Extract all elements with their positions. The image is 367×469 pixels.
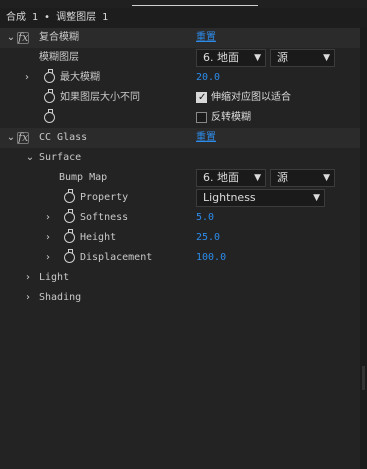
fit-layer-checkbox[interactable] [196,88,207,108]
property-label: Property [80,192,129,203]
source-dropdown[interactable]: 源 ▼ [270,49,335,67]
property-label: Softness [80,212,129,223]
effect-controls-panel: ⌄ fx 复合模糊 重置 模糊图层 6. 地面 ▼ 源 ▼ › 最大模糊 20.… [0,28,360,469]
reset-link[interactable]: 重置 [196,128,216,148]
property-label: 如果图层大小不同 [60,92,140,103]
chevron-right-icon[interactable]: › [43,208,53,228]
panel-header: 合成 1 • 调整图层 1 [6,12,109,23]
group-row-light[interactable]: › Light [0,268,360,288]
stopwatch-icon[interactable] [64,209,75,223]
bump-map-source-dropdown[interactable]: 源 ▼ [270,169,335,187]
chevron-down-icon: ▼ [323,53,330,63]
group-row-surface[interactable]: ⌄ Surface [0,148,360,168]
effect-name: CC Glass [39,132,88,143]
group-label: Surface [39,152,82,163]
max-blur-value[interactable]: 20.0 [196,68,220,88]
property-dropdown[interactable]: Lightness ▼ [196,189,325,207]
property-label: 最大模糊 [60,72,100,83]
stopwatch-icon[interactable] [44,109,55,123]
scrollbar-grip[interactable] [362,366,365,390]
stopwatch-icon[interactable] [64,249,75,263]
top-strip [0,0,367,8]
property-label: Height [80,232,117,243]
property-row-max-blur: › 最大模糊 20.0 [0,68,360,88]
chevron-right-icon[interactable]: › [22,68,32,88]
chevron-right-icon[interactable]: › [43,228,53,248]
source-dropdown-value: 源 [277,51,288,64]
property-row-blur-layer: 模糊图层 6. 地面 ▼ 源 ▼ [0,48,360,68]
collapse-icon[interactable]: ⌄ [6,28,16,48]
checkbox-label: 伸缩对应图以适合 [211,92,291,103]
property-label: 模糊图层 [39,52,79,63]
checkbox-label: 反转模糊 [211,112,251,123]
property-row-property: Property Lightness ▼ [0,188,360,208]
chevron-right-icon[interactable]: › [23,268,33,288]
property-row-height: › Height 25.0 [0,228,360,248]
bump-map-layer-dropdown[interactable]: 6. 地面 ▼ [196,169,266,187]
property-label: Bump Map [59,172,108,183]
group-label: Shading [39,292,82,303]
property-label: Displacement [80,252,153,263]
layer-dropdown[interactable]: 6. 地面 ▼ [196,49,266,67]
source-dropdown-value: 源 [277,171,288,184]
group-row-shading[interactable]: › Shading [0,288,360,308]
property-row-softness: › Softness 5.0 [0,208,360,228]
property-row-fit-layer: 如果图层大小不同 伸缩对应图以适合 [0,88,360,108]
height-value[interactable]: 25.0 [196,228,220,248]
softness-value[interactable]: 5.0 [196,208,214,228]
chevron-down-icon: ▼ [254,53,261,63]
effect-row-cc-glass[interactable]: ⌄ fx CC Glass 重置 [0,128,360,148]
reset-link[interactable]: 重置 [196,28,216,48]
scrollbar[interactable] [360,28,367,469]
stopwatch-icon[interactable] [64,229,75,243]
fx-icon: fx [18,131,29,144]
effect-row-composite-blur[interactable]: ⌄ fx 复合模糊 重置 [0,28,360,48]
tab-underline [132,5,258,6]
chevron-down-icon: ▼ [323,173,330,183]
chevron-down-icon: ▼ [313,193,320,203]
chevron-right-icon[interactable]: › [43,248,53,268]
chevron-down-icon: ▼ [254,173,261,183]
group-label: Light [39,272,70,283]
fx-icon: fx [18,31,29,44]
chevron-right-icon[interactable]: › [23,288,33,308]
layer-dropdown-value: 6. 地面 [203,51,239,64]
collapse-icon[interactable]: ⌄ [6,128,16,148]
property-row-bump-map: Bump Map 6. 地面 ▼ 源 ▼ [0,168,360,188]
chevron-down-icon[interactable]: ⌄ [25,148,35,168]
property-row-invert-blur: 反转模糊 [0,108,360,128]
invert-blur-checkbox[interactable] [196,112,207,123]
stopwatch-icon[interactable] [44,89,55,103]
displacement-value[interactable]: 100.0 [196,248,226,268]
layer-dropdown-value: 6. 地面 [203,171,239,184]
stopwatch-icon[interactable] [64,189,75,203]
stopwatch-icon[interactable] [44,69,55,83]
effect-name: 复合模糊 [39,32,79,43]
property-row-displacement: › Displacement 100.0 [0,248,360,268]
property-dropdown-value: Lightness [203,191,256,204]
